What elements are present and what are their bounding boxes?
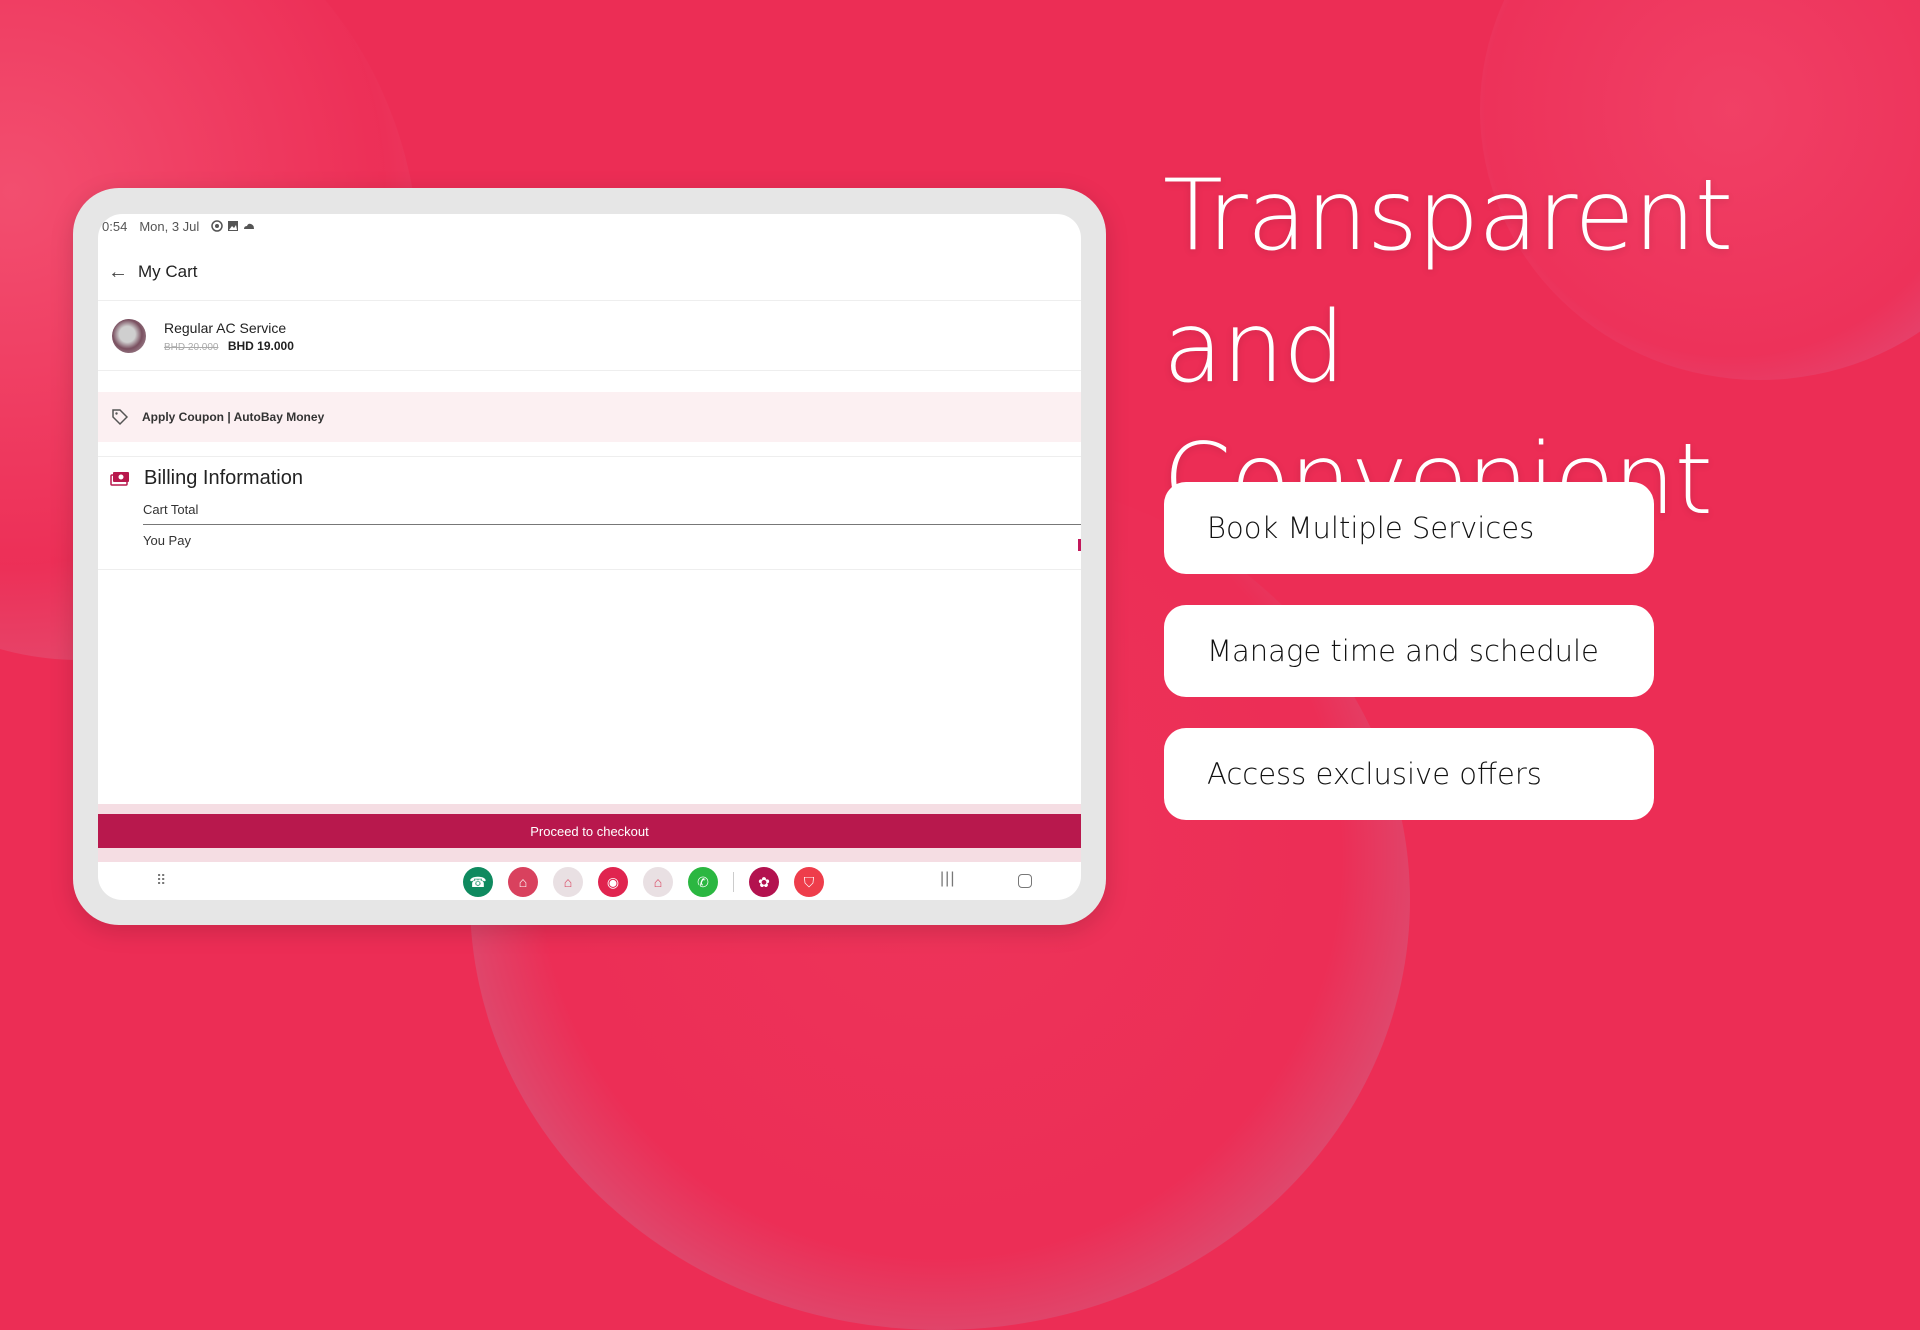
autobay-chrome-app-icon[interactable]: ⌂ <box>643 867 673 897</box>
billing-section: Billing Information Cart Total You Pay <box>98 456 1081 570</box>
page-title: My Cart <box>138 262 198 281</box>
phone-app-icon[interactable]: ☎ <box>463 867 493 897</box>
billing-title: Billing Information <box>144 467 303 489</box>
status-bar: 0:54 Mon, 3 Jul <box>98 214 255 238</box>
sync-icon <box>211 220 224 232</box>
checkout-bar: Proceed to checkout <box>98 804 1081 862</box>
cart-total-row: Cart Total <box>143 494 1081 525</box>
home-icon[interactable] <box>1018 874 1032 888</box>
service-thumbnail <box>112 319 146 353</box>
tag-icon <box>112 409 129 426</box>
feature-label: Book Multiple Services <box>1207 511 1535 545</box>
you-pay-label: You Pay <box>143 532 191 548</box>
item-name: Regular AC Service <box>164 319 287 336</box>
cart-total-label: Cart Total <box>143 501 199 517</box>
system-navbar: ⠿ ☎ ⌂ ⌂ ◉ ⌂ ✆ ✿ ⛉ ||| <box>98 862 1081 900</box>
feature-label: Manage time and schedule <box>1207 634 1599 668</box>
app-header: ← My Cart <box>98 244 1081 301</box>
feature-label: Access exclusive offers <box>1207 757 1542 791</box>
cash-icon <box>110 471 129 486</box>
you-pay-row: You Pay <box>143 525 1081 555</box>
autobay-messenger-app-icon[interactable]: ⌂ <box>553 867 583 897</box>
coupon-label: Apply Coupon | AutoBay Money <box>142 410 325 424</box>
store-app-icon[interactable]: ⛉ <box>794 867 824 897</box>
arrow-left-icon[interactable]: ← <box>98 261 138 284</box>
apply-coupon-button[interactable]: Apply Coupon | AutoBay Money <box>98 392 1081 442</box>
status-date: Mon, 3 Jul <box>139 218 200 234</box>
gallery-icon <box>228 221 239 231</box>
status-time: 0:54 <box>102 218 128 234</box>
whatsapp-app-icon[interactable]: ✆ <box>688 867 718 897</box>
feature-book-multiple-services[interactable]: Book Multiple Services <box>1164 482 1654 574</box>
original-price: BHD 20.000 <box>164 341 219 353</box>
scroll-indicator <box>1078 539 1081 551</box>
proceed-to-checkout-button[interactable]: Proceed to checkout <box>98 814 1081 848</box>
feature-exclusive-offers[interactable]: Access exclusive offers <box>1164 728 1654 820</box>
cart-item[interactable]: Regular AC Service BHD 20.000 BHD 19.000 <box>98 302 1081 371</box>
recents-icon[interactable]: ||| <box>940 870 955 888</box>
app-drawer-icon[interactable]: ⠿ <box>156 872 166 889</box>
app-dock: ☎ ⌂ ⌂ ◉ ⌂ ✆ ✿ ⛉ <box>463 867 824 897</box>
autobay-app-icon[interactable]: ⌂ <box>508 867 538 897</box>
feature-manage-time[interactable]: Manage time and schedule <box>1164 605 1654 697</box>
tablet-frame: 0:54 Mon, 3 Jul ← My Cart Regular AC Ser… <box>73 188 1106 925</box>
camera-app-icon[interactable]: ◉ <box>598 867 628 897</box>
gallery-app-icon[interactable]: ✿ <box>749 867 779 897</box>
hero-line-1: Transparent <box>1163 159 1733 273</box>
cloud-icon <box>244 223 255 229</box>
tablet-screen: 0:54 Mon, 3 Jul ← My Cart Regular AC Ser… <box>98 214 1081 900</box>
dock-divider <box>733 872 734 892</box>
discounted-price: BHD 19.000 <box>227 338 294 353</box>
